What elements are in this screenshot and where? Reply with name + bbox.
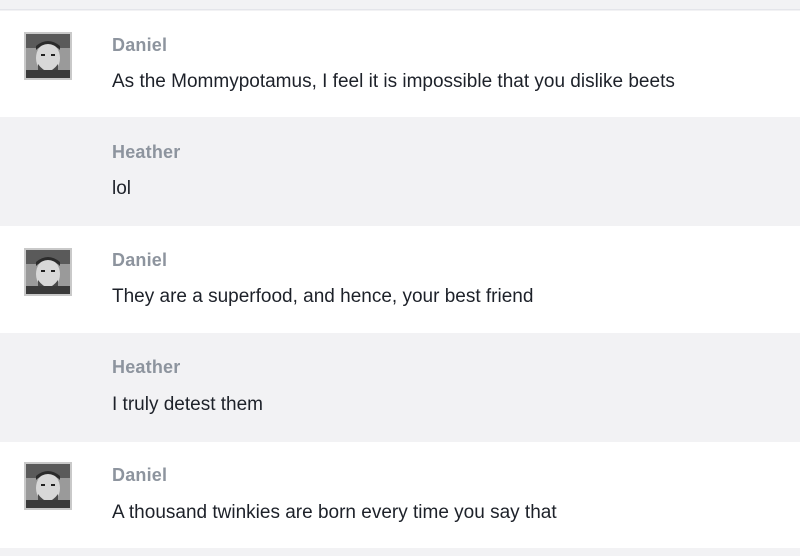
message-row: Daniel A thousand twinkies are born ever… — [0, 442, 800, 548]
message-row: Daniel As the Mommypotamus, I feel it is… — [0, 11, 800, 117]
sender-name[interactable]: Heather — [112, 357, 180, 378]
daniel-avatar[interactable] — [24, 462, 72, 510]
sender-name[interactable]: Heather — [112, 142, 180, 163]
daniel-avatar[interactable] — [24, 32, 72, 80]
sender-name[interactable]: Daniel — [112, 465, 167, 486]
message-text: A thousand twinkies are born every time … — [112, 502, 557, 523]
message-row: Daniel They are a superfood, and hence, … — [0, 226, 800, 333]
sender-name[interactable]: Daniel — [112, 35, 167, 56]
daniel-avatar[interactable] — [24, 248, 72, 296]
message-text: lol — [112, 178, 132, 199]
message-text: They are a superfood, and hence, your be… — [112, 286, 534, 307]
message-text: I truly detest them — [112, 394, 264, 415]
message-thread: Daniel As the Mommypotamus, I feel it is… — [0, 0, 800, 556]
sender-name[interactable]: Daniel — [112, 250, 167, 271]
message-row: Heather lol — [0, 117, 800, 226]
message-row: Heather I truly detest them — [0, 333, 800, 442]
thread-top-divider — [0, 0, 800, 10]
message-text: As the Mommypotamus, I feel it is imposs… — [112, 71, 675, 92]
